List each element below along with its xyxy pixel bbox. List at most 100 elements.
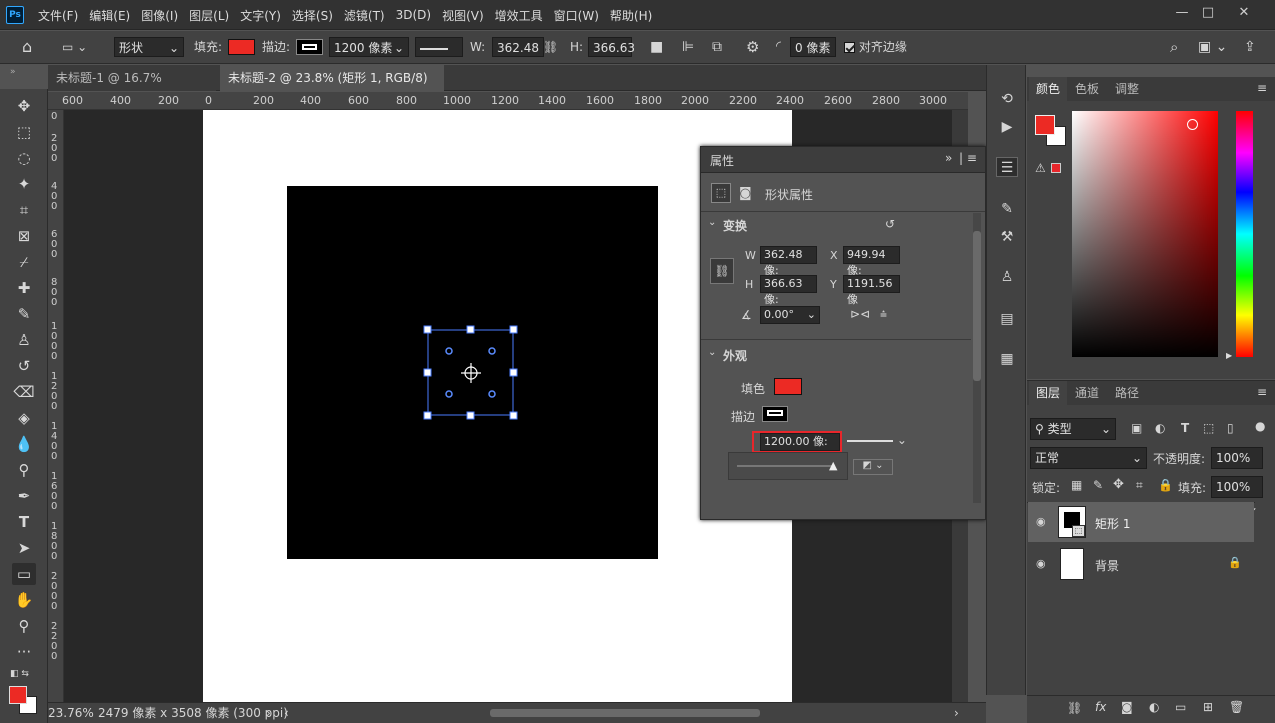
healing-brush-icon[interactable]: ✚: [12, 277, 36, 299]
path-operations-icon[interactable]: ■: [650, 37, 663, 57]
tab-swatches[interactable]: 色板: [1068, 77, 1106, 101]
collapse-icon[interactable]: »: [10, 67, 16, 77]
foreground-color-swatch[interactable]: [9, 686, 27, 704]
appearance-section-title[interactable]: 外观: [723, 347, 747, 364]
blur-tool-icon[interactable]: 💧: [12, 433, 36, 455]
layer-row-background[interactable]: ◉ 背景 🔒: [1028, 544, 1254, 584]
mask-icon[interactable]: ◙: [739, 186, 752, 201]
lock-pixels-icon[interactable]: ✎: [1093, 478, 1103, 492]
panel-menu-icon[interactable]: | ≡: [959, 151, 977, 165]
stroke-align-select[interactable]: ◩ ⌄: [853, 459, 893, 475]
marquee-tool-icon[interactable]: ⬚: [12, 121, 36, 143]
tab-channels[interactable]: 通道: [1068, 381, 1106, 405]
link-icon[interactable]: ⛓: [543, 37, 559, 57]
stroke-style-select[interactable]: ⌄: [847, 433, 909, 451]
menu-edit[interactable]: 编辑(E): [89, 7, 130, 24]
minimize-icon[interactable]: —: [1172, 4, 1192, 22]
chevron-down-icon[interactable]: ⌄: [708, 217, 716, 228]
shape-properties-icon[interactable]: ⬚: [711, 183, 731, 203]
clone-source-icon[interactable]: ♙: [996, 267, 1018, 287]
reset-icon[interactable]: ↺: [885, 217, 895, 231]
panel-menu-icon[interactable]: ≡: [1257, 81, 1267, 95]
zoom-tool-icon[interactable]: ⚲: [12, 615, 36, 637]
adjustment-layer-icon[interactable]: ◐: [1149, 700, 1159, 714]
stroke-slider-track[interactable]: [737, 465, 833, 467]
flip-horizontal-icon[interactable]: ⊳⊲: [850, 307, 870, 321]
rectangle-tool-icon[interactable]: ▭: [12, 563, 36, 585]
chevron-right-icon[interactable]: ›: [266, 703, 271, 723]
gamut-color-swatch[interactable]: [1051, 163, 1061, 173]
filter-type-icon[interactable]: T: [1181, 421, 1189, 435]
eyedropper-icon[interactable]: ⌿: [12, 251, 36, 273]
saturation-value-picker[interactable]: [1072, 111, 1218, 357]
paint-bucket-icon[interactable]: ◈: [12, 407, 36, 429]
width-input[interactable]: 362.48 像:: [760, 246, 817, 277]
stamp-tool-icon[interactable]: ♙: [12, 329, 36, 351]
menu-file[interactable]: 文件(F): [38, 7, 78, 24]
w-input[interactable]: 362.48: [492, 37, 544, 57]
menu-filter[interactable]: 滤镜(T): [344, 7, 385, 24]
link-dimensions-icon[interactable]: ⛓: [710, 258, 734, 284]
history-panel-icon[interactable]: ⟲: [996, 89, 1018, 109]
eraser-icon[interactable]: ⌫: [12, 381, 36, 403]
share-icon[interactable]: ⇪: [1244, 37, 1256, 57]
maximize-icon[interactable]: □: [1198, 4, 1218, 22]
horizontal-scrollbar[interactable]: [490, 709, 760, 717]
frame-tool-icon[interactable]: ⊠: [12, 225, 36, 247]
layer-filter-select[interactable]: ⚲ 类型 ⌄: [1030, 418, 1116, 440]
lock-artboard-icon[interactable]: ⌗: [1136, 478, 1143, 493]
default-colors-icon[interactable]: ◧ ⇆: [10, 669, 29, 679]
y-input[interactable]: 1191.56 像: [843, 275, 900, 306]
stroke-width-field[interactable]: 1200.00 像:⌄: [760, 433, 840, 464]
menu-select[interactable]: 选择(S): [292, 7, 333, 24]
fill-color-swatch[interactable]: [774, 378, 802, 395]
dodge-tool-icon[interactable]: ⚲: [12, 459, 36, 481]
filter-toggle-icon[interactable]: ●: [1255, 419, 1265, 433]
workspace-icon[interactable]: ▣ ⌄: [1198, 37, 1227, 57]
layer-row-rectangle[interactable]: ◉ ⬚ 矩形 1: [1028, 502, 1254, 542]
path-arrangement-icon[interactable]: ⧉: [712, 37, 722, 57]
close-icon[interactable]: ✕: [1234, 4, 1254, 22]
menu-type[interactable]: 文字(Y): [240, 7, 281, 24]
group-folder-icon[interactable]: ▭: [1175, 700, 1186, 714]
scroll-left-icon[interactable]: ‹: [284, 703, 289, 723]
more-tools-icon[interactable]: ···: [12, 641, 36, 663]
tool-preset-icon[interactable]: ▭ ⌄: [62, 37, 102, 57]
brushes-icon[interactable]: ⚒: [996, 227, 1018, 247]
move-tool-icon[interactable]: ✥: [12, 95, 36, 117]
transform-bounding-box[interactable]: [422, 324, 522, 424]
fx-icon[interactable]: fx: [1095, 700, 1106, 714]
height-input[interactable]: 366.63 像:: [760, 275, 817, 306]
path-alignment-icon[interactable]: ⊫: [682, 37, 694, 57]
home-icon[interactable]: ⌂: [22, 37, 42, 57]
fill-input[interactable]: 100%⌄: [1211, 476, 1263, 514]
stroke-color-swatch[interactable]: [762, 406, 788, 422]
glyphs-icon[interactable]: ▦: [996, 349, 1018, 369]
mode-select[interactable]: 形状 ⌄: [114, 37, 184, 57]
history-brush-icon[interactable]: ↺: [12, 355, 36, 377]
lasso-tool-icon[interactable]: ◌: [12, 147, 36, 169]
layer-name[interactable]: 矩形 1: [1095, 515, 1130, 532]
angle-input[interactable]: 0.00° ⌄: [760, 306, 820, 324]
foreground-color-swatch[interactable]: [1035, 115, 1055, 135]
menu-view[interactable]: 视图(V): [442, 7, 484, 24]
brush-settings-icon[interactable]: ✎: [996, 199, 1018, 219]
zoom-level[interactable]: 23.76%: [48, 703, 94, 723]
x-input[interactable]: 949.94 像:: [843, 246, 900, 277]
filter-shape-icon[interactable]: ⬚: [1203, 421, 1214, 435]
scroll-right-icon[interactable]: ›: [954, 703, 959, 723]
menu-window[interactable]: 窗口(W): [554, 7, 599, 24]
filter-adjustment-icon[interactable]: ◐: [1155, 421, 1165, 435]
lock-transparent-icon[interactable]: ▦: [1071, 478, 1082, 492]
eye-icon[interactable]: ◉: [1036, 557, 1050, 571]
properties-scrollbar[interactable]: [973, 213, 981, 503]
align-edges-checkbox[interactable]: 对齐边缘: [844, 37, 907, 57]
panel-menu-icon[interactable]: ≡: [1257, 385, 1267, 399]
chevron-down-icon[interactable]: ⌄: [708, 347, 716, 358]
tab-untitled-1[interactable]: 未标题-1 @ 16.7%(RGB/8)×: [48, 65, 216, 111]
color-picker-handle[interactable]: [1187, 119, 1198, 130]
actions-play-icon[interactable]: ▶: [996, 117, 1018, 137]
tab-color[interactable]: 颜色: [1029, 77, 1068, 101]
expand-icon[interactable]: »: [945, 151, 952, 165]
hand-tool-icon[interactable]: ✋: [12, 589, 36, 611]
